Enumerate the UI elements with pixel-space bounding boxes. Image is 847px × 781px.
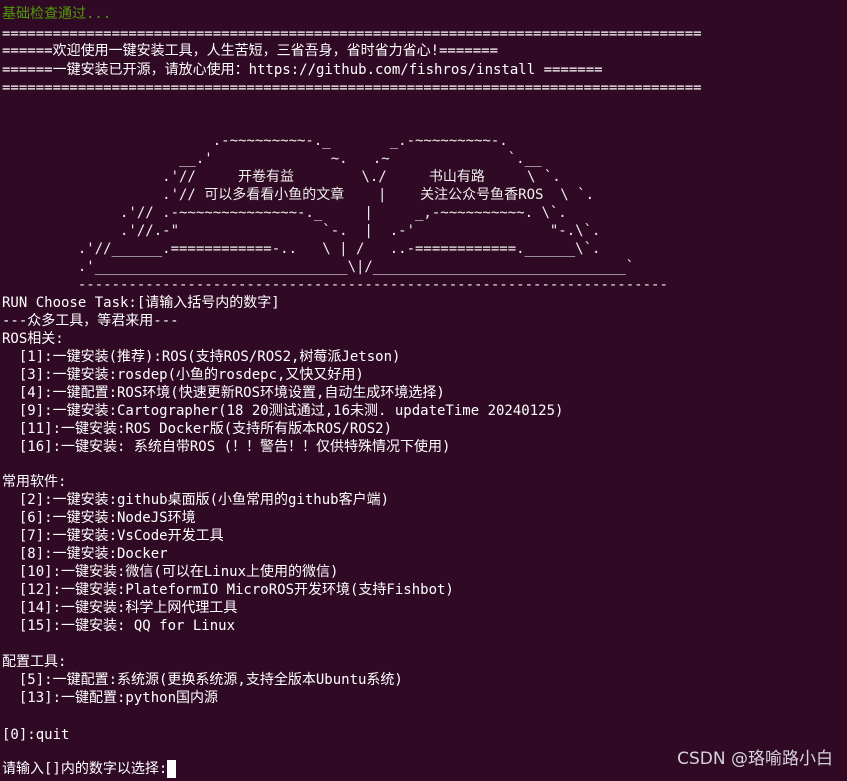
menu-item-2: [2]:一键安装:github桌面版(小鱼常用的github客户端) (2, 492, 390, 508)
menu-item-8: [8]:一键安装:Docker (2, 546, 168, 562)
menu-item-15: [15]:一键安装: QQ for Linux (2, 618, 236, 634)
menu-item-3: [3]:一键安装:rosdep(小鱼的rosdepc,又快又好用) (2, 367, 364, 383)
menu-item-4: [4]:一键配置:ROS环境(快速更新ROS环境设置,自动生成环境选择) (2, 385, 445, 401)
ascii-art-line: .'//______.============-.. \ | / ..-====… (2, 241, 601, 257)
csdn-watermark: CSDN @珞喻路小白 (677, 749, 833, 769)
banner-rule-bottom: ========================================… (2, 80, 702, 96)
section-title-common-software: 常用软件: (2, 474, 67, 490)
banner-welcome-line: ======欢迎使用一键安装工具，人生苦短，三省吾身，省时省力省心!======… (2, 43, 499, 59)
menu-item-11: [11]:一键安装:ROS Docker版(支持所有版本ROS/ROS2) (2, 421, 393, 437)
banner-rule-top: ========================================… (2, 26, 702, 42)
ascii-art-line: .'// .-~~~~~~~~~~~~~~-._ | _,-~~~~~~~~~~… (2, 205, 567, 221)
menu-item-12: [12]:一键安装:PlateformIO MicroROS开发环境(支持Fis… (2, 582, 454, 598)
ascii-art-line: .'//.-" `-. | .-' "-.\`. (2, 223, 601, 239)
input-prompt-label: 请输入[]内的数字以选择: (2, 761, 168, 777)
ascii-art-line: .'// 可以多看看小鱼的文章 | 关注公众号鱼香ROS \ `. (2, 187, 595, 203)
ascii-art-line: __.' ~. .~ `.__ (2, 151, 542, 167)
menu-item-quit: [0]:quit (2, 727, 70, 743)
section-title-ros: ROS相关: (2, 331, 64, 347)
ascii-art-line: .'// 开卷有益 \./ 书山有路 \ `. (2, 169, 561, 185)
menu-tagline: ---众多工具，等君来用--- (2, 313, 179, 329)
banner-open-source-line: ======一键安装已开源，请放心使用：https://github.com/f… (2, 62, 603, 78)
menu-item-7: [7]:一键安装:VsCode开发工具 (2, 528, 224, 544)
ascii-art-line: .'______________________________\|/_____… (2, 259, 635, 275)
section-title-config-tools: 配置工具: (2, 654, 67, 670)
menu-item-6: [6]:一键安装:NodeJS环境 (2, 510, 196, 526)
check-status-line: 基础检查通过... (2, 6, 112, 22)
menu-item-14: [14]:一键安装:科学上网代理工具 (2, 600, 238, 616)
menu-item-5: [5]:一键配置:系统源(更换系统源,支持全版本Ubuntu系统) (2, 672, 403, 688)
menu-item-16: [16]:一键安装: 系统自带ROS (！！警告！！仅供特殊情况下使用) (2, 439, 451, 455)
menu-item-10: [10]:一键安装:微信(可以在Linux上使用的微信) (2, 564, 339, 580)
terminal-window[interactable]: 基础检查通过... ==============================… (0, 0, 847, 781)
menu-item-1: [1]:一键安装(推荐):ROS(支持ROS/ROS2,树莓派Jetson) (2, 349, 401, 365)
input-prompt-line[interactable]: 请输入[]内的数字以选择: (2, 760, 177, 778)
ascii-art-line: ----------------------------------------… (2, 277, 668, 293)
menu-item-9: [9]:一键安装:Cartographer(18 20测试通过,16未测. up… (2, 403, 564, 419)
menu-header: RUN Choose Task:[请输入括号内的数字] (2, 295, 280, 311)
menu-item-13: [13]:一键配置:python国内源 (2, 690, 219, 706)
ascii-art-line: .-~~~~~~~~~-._ _.-~~~~~~~~~-. (2, 133, 508, 149)
text-cursor[interactable] (167, 760, 177, 778)
